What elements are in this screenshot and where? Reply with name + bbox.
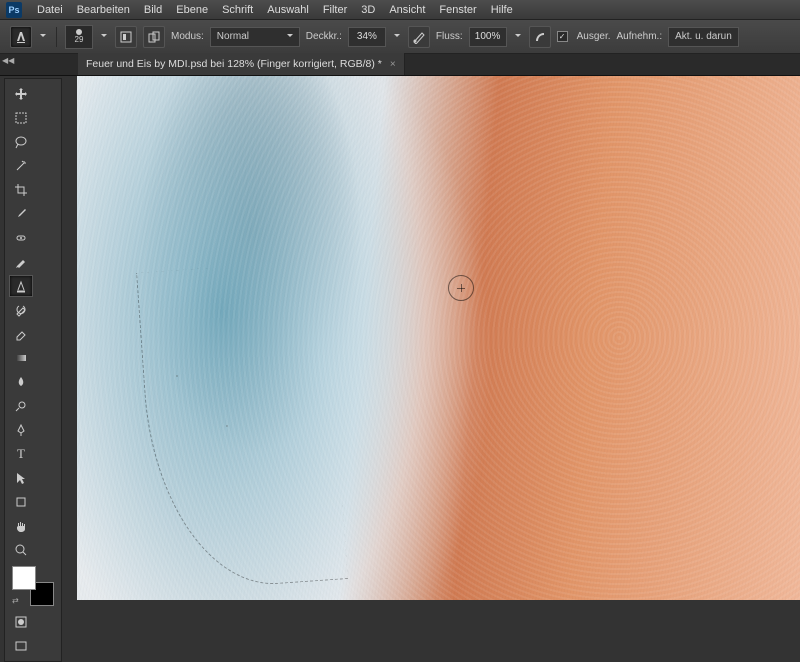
menu-filter[interactable]: Filter xyxy=(316,4,354,16)
opacity-input[interactable]: 34% xyxy=(348,27,386,47)
flow-label: Fluss: xyxy=(436,31,463,42)
lasso-tool[interactable] xyxy=(9,131,33,153)
document-tab-title: Feuer und Eis by MDI.psd bei 128% (Finge… xyxy=(86,58,382,70)
eyedropper-tool[interactable] xyxy=(9,203,33,225)
swap-colors-icon[interactable]: ⇄ xyxy=(12,596,22,606)
document-tab-bar: ◀◀ Feuer und Eis by MDI.psd bei 128% (Fi… xyxy=(0,54,800,76)
menu-3d[interactable]: 3D xyxy=(354,4,382,16)
brush-cursor xyxy=(448,275,474,301)
aligned-label: Ausger. xyxy=(577,31,611,42)
blend-mode-select[interactable]: Normal xyxy=(210,27,300,47)
document-canvas[interactable] xyxy=(77,76,800,600)
brush-preset-picker[interactable]: 29 xyxy=(65,25,93,49)
dodge-tool[interactable] xyxy=(9,395,33,417)
zoom-tool[interactable] xyxy=(9,539,33,561)
menu-select[interactable]: Auswahl xyxy=(260,4,316,16)
mode-label: Modus: xyxy=(171,31,204,42)
shape-tool[interactable] xyxy=(9,491,33,513)
aligned-checkbox[interactable] xyxy=(557,31,568,42)
quick-mask-tool[interactable] xyxy=(9,611,33,633)
type-tool[interactable]: T xyxy=(9,443,33,465)
tool-preset-dropdown[interactable] xyxy=(38,26,48,48)
current-tool-icon[interactable] xyxy=(10,26,32,48)
sample-label: Aufnehm.: xyxy=(617,31,663,42)
flow-dropdown[interactable] xyxy=(513,26,523,48)
menu-edit[interactable]: Bearbeiten xyxy=(70,4,137,16)
healing-brush-tool[interactable] xyxy=(9,227,33,249)
menu-help[interactable]: Hilfe xyxy=(484,4,520,16)
screen-mode-tool[interactable] xyxy=(9,635,33,657)
sample-select[interactable]: Akt. u. darun xyxy=(668,27,739,47)
chevron-down-icon xyxy=(287,34,293,40)
flow-input[interactable]: 100% xyxy=(469,27,507,47)
panel-collapse-handle[interactable]: ◀◀ xyxy=(2,56,14,65)
tools-panel: T ⇄ xyxy=(4,78,62,662)
menu-image[interactable]: Bild xyxy=(137,4,169,16)
pressure-opacity-icon[interactable] xyxy=(408,26,430,48)
airbrush-icon[interactable] xyxy=(529,26,551,48)
menu-bar: Ps Datei Bearbeiten Bild Ebene Schrift A… xyxy=(0,0,800,20)
app-logo: Ps xyxy=(6,2,22,18)
gradient-tool[interactable] xyxy=(9,347,33,369)
opacity-label: Deckkr.: xyxy=(306,31,342,42)
move-tool[interactable] xyxy=(9,83,33,105)
hand-tool[interactable] xyxy=(9,515,33,537)
foreground-swatch[interactable] xyxy=(12,566,36,590)
options-bar: 29 Modus: Normal Deckkr.: 34% Fluss: 100… xyxy=(0,20,800,54)
pen-tool[interactable] xyxy=(9,419,33,441)
clone-stamp-tool[interactable] xyxy=(9,275,33,297)
opacity-dropdown[interactable] xyxy=(392,26,402,48)
brush-preset-dropdown[interactable] xyxy=(99,26,109,48)
document-tab[interactable]: Feuer und Eis by MDI.psd bei 128% (Finge… xyxy=(78,53,405,75)
close-tab-icon[interactable]: × xyxy=(390,59,396,70)
menu-layer[interactable]: Ebene xyxy=(169,4,215,16)
eraser-tool[interactable] xyxy=(9,323,33,345)
history-brush-tool[interactable] xyxy=(9,299,33,321)
brush-tool[interactable] xyxy=(9,251,33,273)
default-colors-icon[interactable] xyxy=(44,566,54,576)
brush-size-label: 29 xyxy=(75,35,84,44)
menu-file[interactable]: Datei xyxy=(30,4,70,16)
path-selection-tool[interactable] xyxy=(9,467,33,489)
menu-window[interactable]: Fenster xyxy=(432,4,483,16)
color-swatches[interactable]: ⇄ xyxy=(12,566,54,606)
menu-view[interactable]: Ansicht xyxy=(382,4,432,16)
clone-source-panel-icon[interactable] xyxy=(143,26,165,48)
sample-value: Akt. u. darun xyxy=(675,31,732,42)
blend-mode-value: Normal xyxy=(217,31,249,42)
crop-tool[interactable] xyxy=(9,179,33,201)
magic-wand-tool[interactable] xyxy=(9,155,33,177)
blur-tool[interactable] xyxy=(9,371,33,393)
marquee-tool[interactable] xyxy=(9,107,33,129)
menu-type[interactable]: Schrift xyxy=(215,4,260,16)
brush-panel-toggle-icon[interactable] xyxy=(115,26,137,48)
